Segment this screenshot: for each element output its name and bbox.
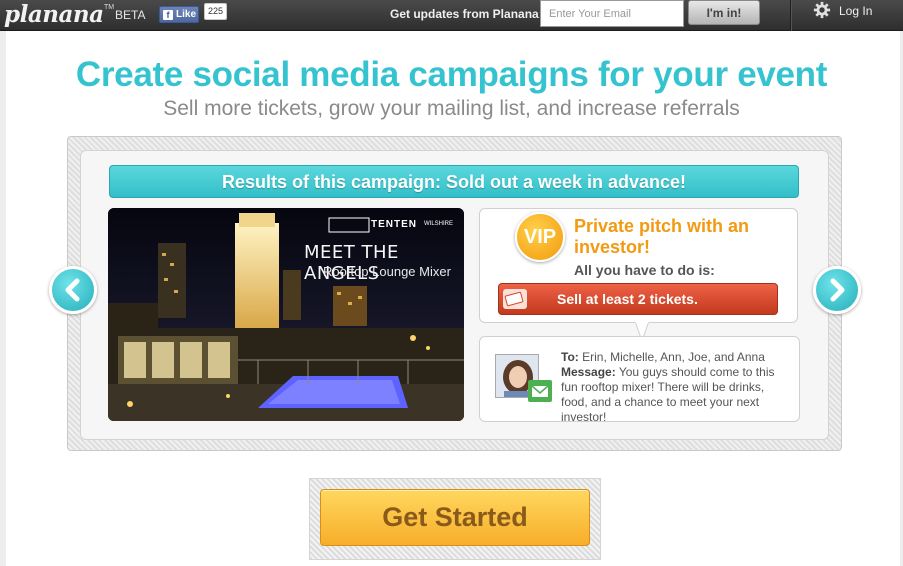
previous-slide-button[interactable]: [49, 266, 97, 314]
to-recipients: Erin, Michelle, Ann, Joe, and Anna: [582, 350, 765, 364]
message-label: Message:: [561, 365, 616, 379]
topbar-divider: [790, 0, 791, 31]
vip-badge: VIP: [515, 212, 565, 262]
mail-icon: [528, 380, 552, 402]
subscribe-button[interactable]: I'm in!: [688, 0, 760, 25]
tenten-logo-sub: WILSHIRE: [424, 221, 454, 227]
results-banner: Results of this campaign: Sold out a wee…: [109, 165, 799, 198]
facebook-like-count: 225: [204, 3, 228, 20]
to-label: To:: [561, 350, 579, 364]
trademark-mark: TM: [104, 4, 115, 11]
event-image: TENTEN WILSHIRE MEET THE ANGELS Rooftop …: [108, 208, 464, 421]
top-bar: planana TM BETA f Like 225 Get updates f…: [0, 0, 903, 31]
gear-icon[interactable]: [813, 1, 831, 19]
vip-subtitle: All you have to do is:: [574, 262, 715, 278]
get-started-button[interactable]: Get Started: [320, 489, 590, 546]
page-subheadline: Sell more tickets, grow your mailing lis…: [163, 97, 740, 120]
updates-label: Get updates from Planana:: [390, 7, 543, 21]
rooftop-photo: [108, 208, 464, 421]
chevron-right-icon: [830, 278, 845, 302]
facebook-like-button[interactable]: f Like: [159, 6, 199, 23]
page-headline: Create social media campaigns for your e…: [75, 55, 828, 94]
email-input[interactable]: [540, 0, 684, 27]
beta-label: BETA: [115, 8, 146, 22]
chevron-left-icon: [65, 278, 80, 302]
tenten-logo: TENTEN: [371, 219, 417, 230]
facebook-icon: f: [163, 9, 173, 20]
event-subtitle: Rooftop Lounge Mixer: [323, 264, 451, 279]
ticket-icon: [503, 289, 527, 309]
message-text: To: Erin, Michelle, Ann, Joe, and Anna M…: [561, 350, 793, 425]
vip-title: Private pitch with an investor!: [574, 216, 750, 257]
planana-logo[interactable]: planana: [4, 1, 104, 28]
next-slide-button[interactable]: [813, 266, 861, 314]
sell-tickets-button[interactable]: Sell at least 2 tickets.: [498, 283, 778, 315]
facebook-like-label: Like: [176, 9, 197, 20]
login-link[interactable]: Log In: [839, 4, 872, 18]
